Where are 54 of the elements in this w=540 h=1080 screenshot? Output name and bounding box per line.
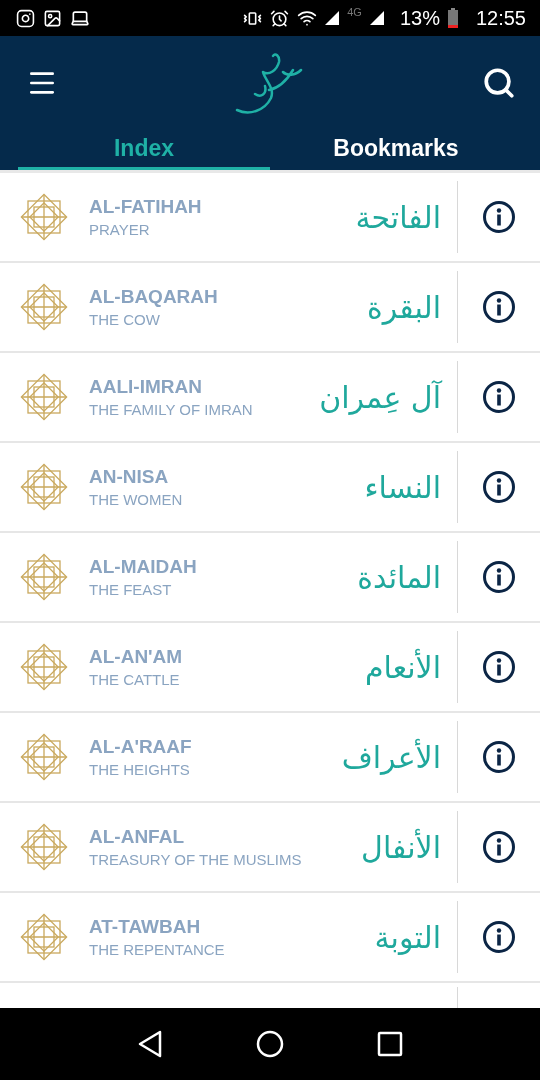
surah-meaning: THE FEAST xyxy=(89,581,173,598)
info-icon[interactable] xyxy=(482,560,516,594)
wifi-icon xyxy=(297,8,318,28)
arabic-name: البقرة xyxy=(367,289,441,325)
surah-meaning: THE WOMEN xyxy=(89,491,184,508)
surah-name: AL-MAIDAH xyxy=(89,556,198,578)
info-icon[interactable] xyxy=(482,200,516,234)
signal-icon xyxy=(369,11,384,25)
info-icon[interactable] xyxy=(482,920,516,954)
laptop-icon xyxy=(70,8,90,28)
signal-icon xyxy=(325,11,340,25)
back-icon[interactable] xyxy=(136,1030,163,1058)
network-type: 4G xyxy=(347,6,362,18)
instagram-icon xyxy=(16,8,35,28)
arabic-name: آل عِمران xyxy=(319,379,441,415)
search-icon[interactable] xyxy=(482,66,516,100)
clock-time: 12:55 xyxy=(475,6,526,30)
surah-name: AL-A'RAAF xyxy=(89,736,193,758)
surah-name: AN-NISA xyxy=(89,466,170,488)
surah-meaning: THE REPENTANCE xyxy=(89,941,226,958)
arabic-name: النساء xyxy=(364,469,441,505)
info-icon[interactable] xyxy=(482,380,516,414)
arabic-name: الأنعام xyxy=(365,649,441,685)
surah-name: AL-BAQARAH xyxy=(89,286,219,308)
info-icon[interactable] xyxy=(482,830,516,864)
info-icon[interactable] xyxy=(482,650,516,684)
info-icon[interactable] xyxy=(482,740,516,774)
image-icon xyxy=(43,8,62,28)
surah-meaning: THE CATTLE xyxy=(89,671,181,688)
arabic-name: الأنفال xyxy=(361,829,441,865)
recents-icon[interactable] xyxy=(377,1031,404,1057)
surah-name: AL-ANFAL xyxy=(89,826,185,848)
surah-name: AALI-IMRAN xyxy=(89,376,203,398)
logo-icon xyxy=(235,50,305,116)
surah-meaning: TREASURY OF THE MUSLIMS xyxy=(89,851,303,868)
surah-meaning: THE FAMILY OF IMRAN xyxy=(89,401,254,418)
info-icon[interactable] xyxy=(482,470,516,504)
home-icon[interactable] xyxy=(256,1030,284,1058)
alarm-icon xyxy=(270,8,290,28)
arabic-name: الأعراف xyxy=(341,739,441,775)
surah-meaning: PRAYER xyxy=(89,221,151,238)
surah-name: AL-FATIHAH xyxy=(89,196,203,218)
battery-percent: 13% xyxy=(399,6,440,30)
arabic-name: المائدة xyxy=(357,559,441,595)
arabic-name: التوبة xyxy=(374,919,441,955)
info-icon[interactable] xyxy=(482,290,516,324)
tab[interactable]: Bookmarks xyxy=(270,130,522,170)
surah-name: AL-AN'AM xyxy=(89,646,184,668)
surah-meaning: THE HEIGHTS xyxy=(89,761,191,778)
battery-icon xyxy=(447,8,458,28)
surah-name: AT-TAWBAH xyxy=(89,916,202,938)
surah-meaning: THE COW xyxy=(89,311,161,328)
arabic-name: الفاتحة xyxy=(355,199,441,235)
tab[interactable]: Index xyxy=(18,130,270,170)
